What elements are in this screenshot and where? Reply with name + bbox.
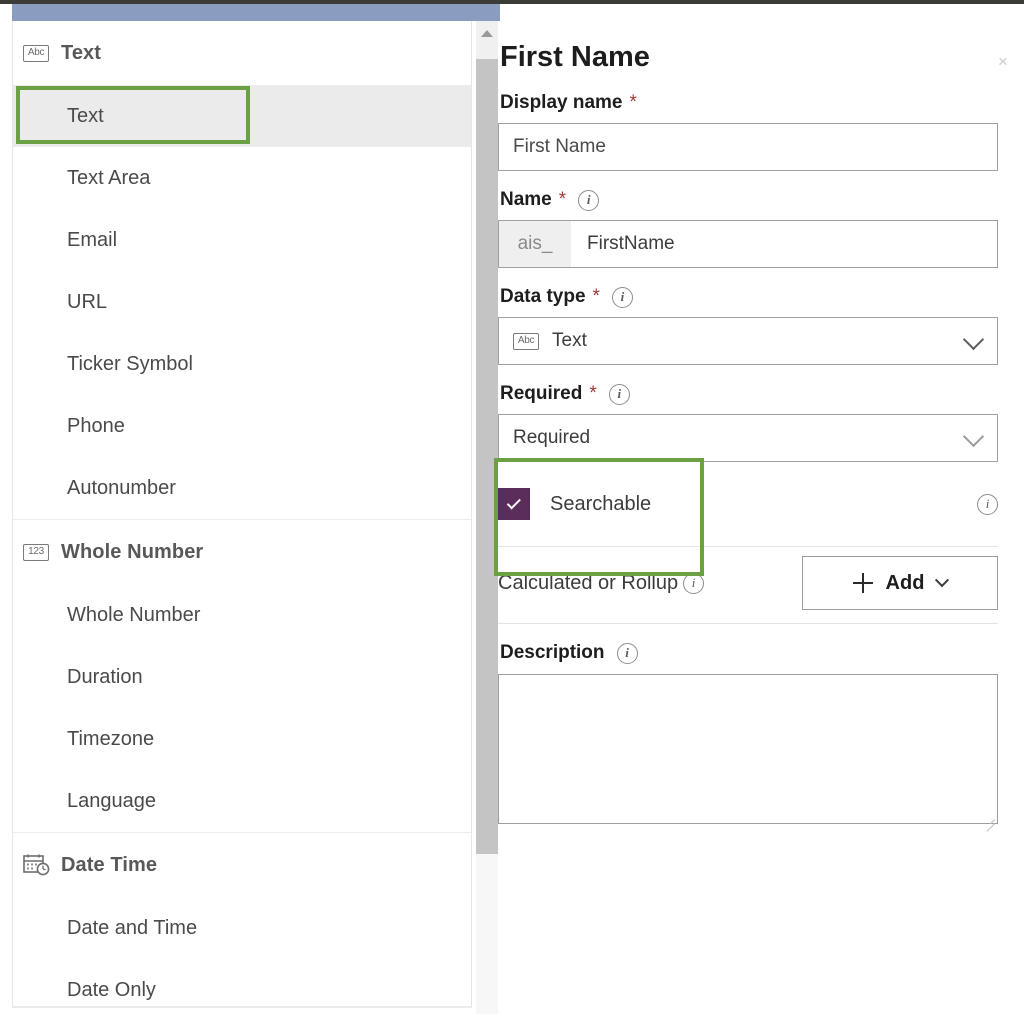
data-type-picker-panel: Abc Text Text Text Area Email URL Ticker… <box>12 21 472 1008</box>
info-icon[interactable]: i <box>977 493 998 515</box>
type-item-autonumber[interactable]: Autonumber <box>13 457 471 519</box>
field-properties-panel: First Name × Display name * Name * i ais… <box>498 21 1024 1024</box>
info-icon[interactable]: i <box>616 642 638 664</box>
type-item-label: Duration <box>67 665 143 688</box>
data-type-label: Data type * i <box>498 286 998 308</box>
display-name-field-block: Display name * <box>498 92 998 171</box>
info-icon[interactable]: i <box>608 383 630 405</box>
type-item-whole-number[interactable]: Whole Number <box>13 584 471 646</box>
number-123-icon-glyph: 123 <box>23 543 49 561</box>
group-header-date-time: Date Time <box>13 833 471 897</box>
info-icon[interactable]: i <box>578 189 600 211</box>
add-button-label: Add <box>885 571 925 594</box>
abc-icon-glyph: Abc <box>513 332 539 350</box>
type-item-label: Text <box>67 104 104 127</box>
name-input-group: ais_ <box>498 220 998 268</box>
scrollbar-thumb[interactable] <box>476 59 498 854</box>
type-item-ticker-symbol[interactable]: Ticker Symbol <box>13 333 471 395</box>
required-value: Required <box>513 427 591 448</box>
add-button[interactable]: Add <box>802 556 998 610</box>
searchable-checkbox[interactable] <box>498 488 530 520</box>
type-item-language[interactable]: Language <box>13 770 471 832</box>
name-input[interactable] <box>571 221 997 267</box>
description-textarea[interactable] <box>498 674 998 824</box>
description-label-text: Description <box>500 642 605 663</box>
display-name-label: Display name * <box>498 92 998 114</box>
group-header-whole-number: 123 Whole Number <box>13 520 471 584</box>
type-item-text-area[interactable]: Text Area <box>13 147 471 209</box>
type-item-timezone[interactable]: Timezone <box>13 708 471 770</box>
name-label: Name * i <box>498 189 998 211</box>
required-asterisk: * <box>558 189 567 210</box>
data-type-value: Text <box>552 330 587 351</box>
required-field-block: Required * i Required <box>498 383 998 462</box>
close-icon[interactable]: × <box>998 53 1016 71</box>
divider <box>498 623 998 624</box>
scrollbar-track-lower <box>476 854 498 1014</box>
abc-icon-glyph: Abc <box>23 44 49 62</box>
type-item-url[interactable]: URL <box>13 271 471 333</box>
searchable-label: Searchable <box>550 492 652 515</box>
type-item-label: Whole Number <box>67 603 201 626</box>
type-item-date-and-time[interactable]: Date and Time <box>13 897 471 959</box>
type-item-label: Date Only <box>67 978 156 1001</box>
type-item-label: Email <box>67 228 118 251</box>
display-name-label-text: Display name <box>500 92 623 113</box>
calculated-or-rollup-label-text: Calculated or Rollup <box>498 571 679 594</box>
type-item-date-only[interactable]: Date Only <box>13 959 471 1006</box>
type-item-duration[interactable]: Duration <box>13 646 471 708</box>
data-type-field-block: Data type * i Abc Text <box>498 286 998 365</box>
description-label: Description i <box>498 642 998 664</box>
type-item-email[interactable]: Email <box>13 209 471 271</box>
name-label-text: Name <box>500 189 552 210</box>
type-item-label: Ticker Symbol <box>67 352 193 375</box>
group-label-date-time: Date Time <box>61 853 158 876</box>
type-item-label: URL <box>67 290 108 313</box>
number-123-icon: 123 <box>19 543 61 561</box>
calculated-or-rollup-row: Calculated or Rollup i Add <box>498 547 998 619</box>
field-editor-screen: Abc Text Text Text Area Email URL Ticker… <box>0 0 1024 1024</box>
type-item-text[interactable]: Text <box>13 85 471 147</box>
chevron-down-icon <box>962 328 985 351</box>
calendar-clock-icon <box>19 854 61 876</box>
page-title: First Name <box>500 41 650 73</box>
name-field-block: Name * i ais_ <box>498 189 998 268</box>
type-item-label: Text Area <box>67 166 151 189</box>
info-icon[interactable]: i <box>611 286 633 308</box>
required-label: Required * i <box>498 383 998 405</box>
required-label-text: Required <box>500 383 583 404</box>
required-dropdown[interactable]: Required <box>498 414 998 462</box>
chevron-down-icon <box>962 425 985 448</box>
required-asterisk: * <box>629 92 637 113</box>
data-type-dropdown[interactable]: Abc Text <box>498 317 998 365</box>
display-name-input[interactable] <box>498 123 998 171</box>
abc-icon: Abc <box>19 44 61 62</box>
scroll-up-arrow[interactable] <box>476 21 498 45</box>
info-icon[interactable]: i <box>683 572 705 594</box>
name-prefix: ais_ <box>499 221 571 267</box>
type-item-label: Timezone <box>67 727 155 750</box>
description-field-block: Description i <box>498 642 998 829</box>
plus-icon <box>852 573 873 593</box>
type-item-label: Date and Time <box>67 916 198 939</box>
type-item-label: Autonumber <box>67 476 176 499</box>
data-type-label-text: Data type <box>500 286 586 307</box>
required-asterisk: * <box>592 286 600 307</box>
searchable-row: Searchable i <box>498 488 998 520</box>
group-label-text: Text <box>61 41 102 64</box>
calculated-or-rollup-label: Calculated or Rollup i <box>498 571 705 595</box>
type-item-label: Phone <box>67 414 125 437</box>
required-asterisk: * <box>589 383 597 404</box>
type-item-phone[interactable]: Phone <box>13 395 471 457</box>
group-label-whole-number: Whole Number <box>61 540 204 563</box>
accent-bar <box>12 4 500 21</box>
group-header-text: Abc Text <box>13 21 471 85</box>
abc-icon: Abc <box>513 332 539 350</box>
panel-scrollbar[interactable] <box>476 21 498 854</box>
chevron-down-icon <box>935 573 950 588</box>
type-item-label: Language <box>67 789 156 812</box>
